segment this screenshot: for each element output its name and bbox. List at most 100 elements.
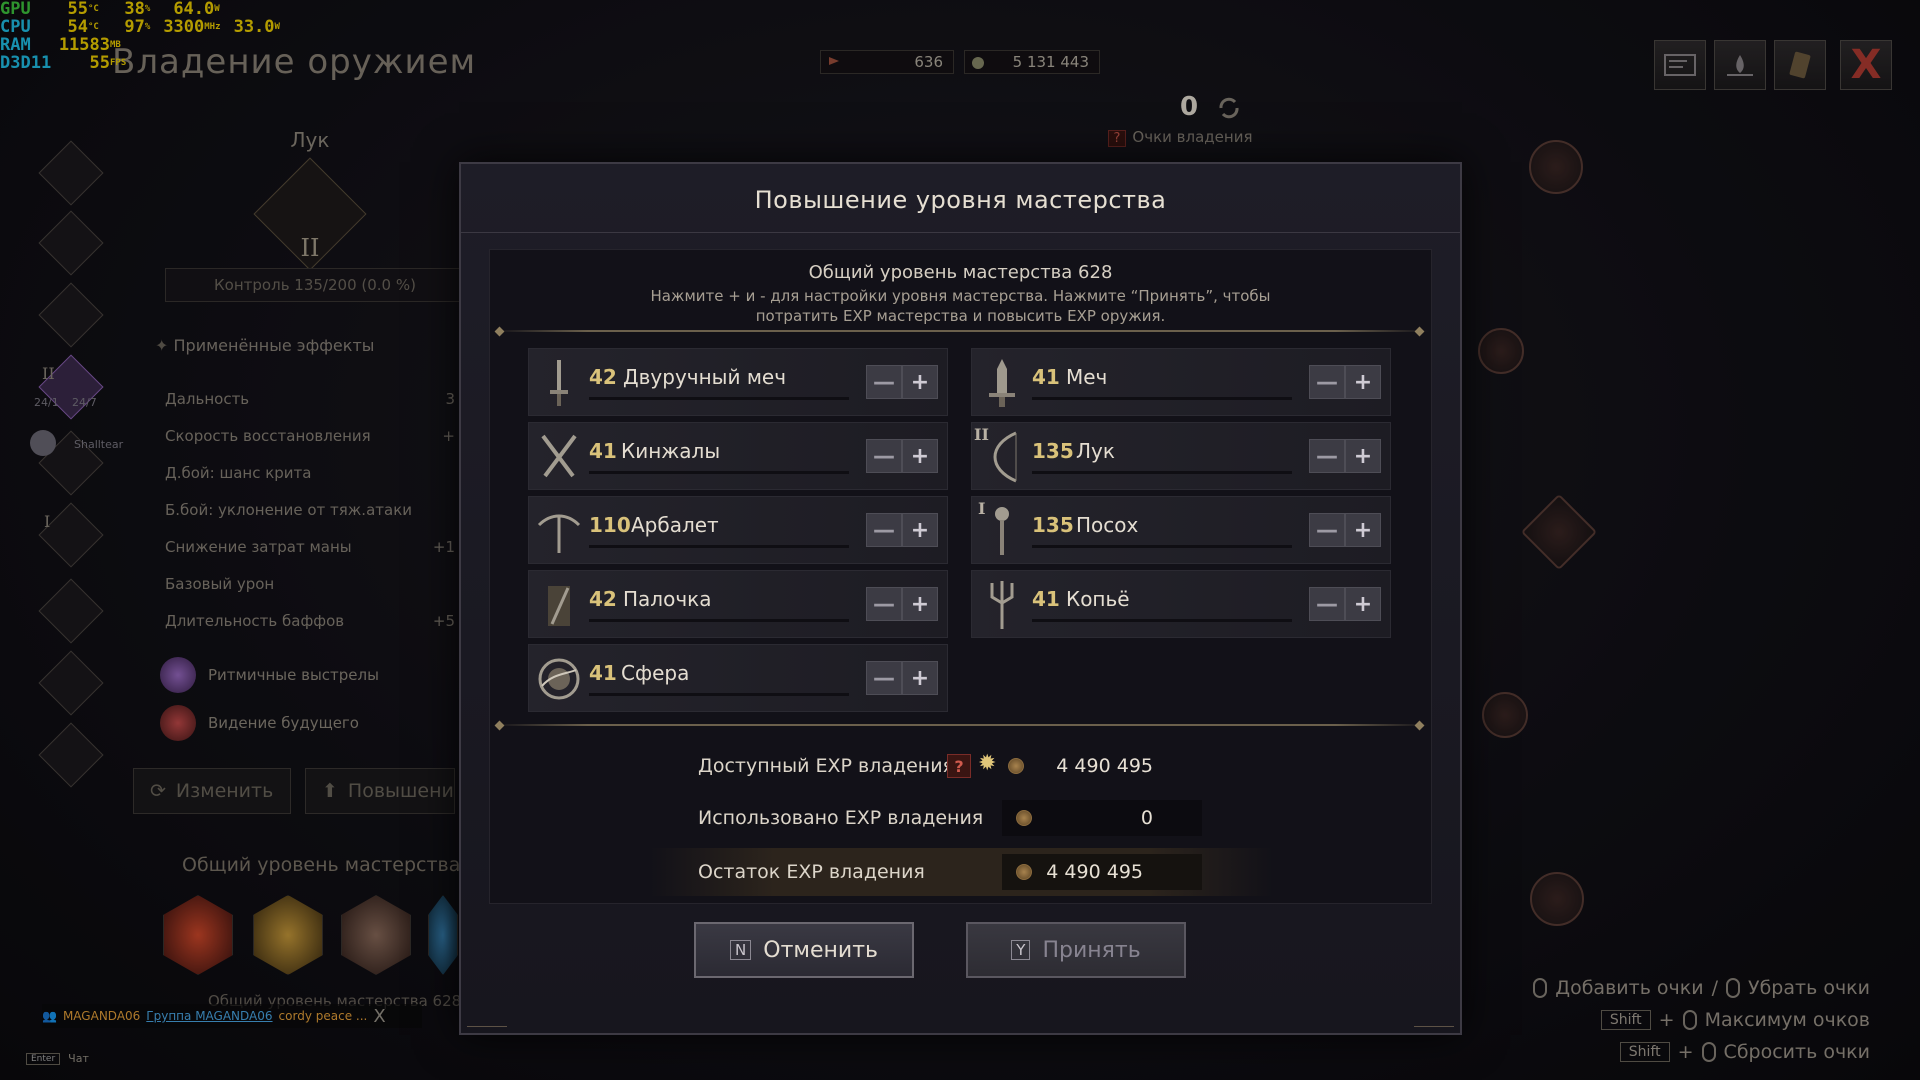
lotus-icon <box>1727 55 1753 76</box>
book-button[interactable] <box>1774 40 1826 90</box>
group-link[interactable]: Группа MAGANDA06 <box>146 1009 272 1023</box>
hint-add-remove: Добавить очки / Убрать очки <box>1533 972 1870 1004</box>
chat-label[interactable]: Чат <box>68 1052 89 1065</box>
mastery-coin-icon <box>1016 864 1032 880</box>
increase-button[interactable]: + <box>1345 513 1381 547</box>
tree-node[interactable] <box>1529 140 1583 194</box>
weapon-level: 41 <box>1032 587 1060 611</box>
weapon-name: Посох <box>1076 513 1139 537</box>
guide-button[interactable] <box>1654 40 1706 90</box>
increase-button[interactable]: + <box>902 365 938 399</box>
mastery-skill-tile[interactable] <box>253 895 323 975</box>
effect-value: + <box>442 427 455 445</box>
mastery-skill-tile[interactable] <box>428 895 458 975</box>
greatsword-icon <box>535 355 583 411</box>
mastery-skill-tile[interactable] <box>163 895 233 975</box>
rail-wand[interactable] <box>38 578 104 644</box>
hint-reset: Shift + Сбросить очки <box>1533 1036 1870 1068</box>
mastery-coin-icon <box>1016 810 1032 826</box>
rail-daggers[interactable] <box>38 282 104 348</box>
effects-icon: ✦ <box>155 336 174 355</box>
weapon-name: Кинжалы <box>621 439 721 463</box>
instruction-line: Нажмите + и - для настройки уровня масте… <box>650 287 1271 305</box>
hint-max-label: Максимум очков <box>1704 1009 1870 1031</box>
change-button[interactable]: ⟳ Изменить <box>133 768 291 814</box>
tree-node[interactable] <box>1478 328 1524 374</box>
weapon-progress-bar <box>589 471 849 474</box>
upgrade-button-label: Повышение <box>347 780 455 802</box>
points-label: ? Очки владения <box>1065 128 1295 147</box>
increase-button[interactable]: + <box>1345 365 1381 399</box>
points-help-icon[interactable]: ? <box>1107 130 1127 147</box>
weapon-progress-bar <box>1032 545 1292 548</box>
corner-ornament <box>467 1001 507 1027</box>
weapon-card-crossbow: 110 Арбалет — + <box>528 496 948 564</box>
refresh-icon[interactable] <box>1215 96 1243 120</box>
decrease-button[interactable]: — <box>866 587 902 621</box>
increase-button[interactable]: + <box>902 661 938 695</box>
decrease-button[interactable]: — <box>1309 365 1345 399</box>
tree-node[interactable] <box>1530 872 1584 926</box>
divider-ornament <box>1414 326 1425 337</box>
exp-remaining-row: Остаток EXP владения 4 490 495 <box>650 848 1273 896</box>
decrease-button[interactable]: — <box>1309 439 1345 473</box>
effect-name: Длительность баффов <box>165 612 345 630</box>
decrease-button[interactable]: — <box>866 513 902 547</box>
upgrade-button[interactable]: ⬆ Повышение <box>305 768 455 814</box>
effect-row: Снижение затрат маны +1 <box>165 538 455 556</box>
cancel-button[interactable]: N Отменить <box>694 922 914 978</box>
weapon-progress-bar <box>589 397 849 400</box>
weapon-rail: II I <box>36 120 106 820</box>
perf-cpu-label: CPU <box>0 17 31 37</box>
decrease-button[interactable]: — <box>1309 513 1345 547</box>
decrease-button[interactable]: — <box>866 661 902 695</box>
rail-orb[interactable] <box>38 722 104 788</box>
perf-gpu-power: 64.0 <box>173 0 215 19</box>
rail-greatsword[interactable] <box>38 140 104 206</box>
tree-node[interactable] <box>1520 493 1598 571</box>
party-member-name: Shalltear <box>74 438 124 451</box>
perf-unit: MHz <box>204 22 221 32</box>
tree-node[interactable] <box>1482 692 1528 738</box>
cancel-label: Отменить <box>763 937 878 963</box>
rail-sword[interactable] <box>38 210 104 276</box>
help-icon[interactable]: ? <box>947 754 971 778</box>
close-button[interactable]: X <box>1840 40 1892 90</box>
increase-button[interactable]: + <box>902 587 938 621</box>
hint-add-label: Добавить очки <box>1555 977 1704 999</box>
group-close-icon[interactable]: X <box>373 1006 385 1027</box>
weapon-card-wand: 42 Палочка — + <box>528 570 948 638</box>
flag-currency-icon <box>829 57 839 65</box>
increase-button[interactable]: + <box>902 439 938 473</box>
increase-button[interactable]: + <box>902 513 938 547</box>
daggers-icon <box>535 429 583 485</box>
decrease-button[interactable]: — <box>866 365 902 399</box>
hint-max: Shift + Максимум очков <box>1533 1004 1870 1036</box>
increase-button[interactable]: + <box>1345 587 1381 621</box>
lotus-button[interactable] <box>1714 40 1766 90</box>
skill-row[interactable]: Ритмичные выстрелы <box>160 655 460 695</box>
weapon-card-orb: 41 Сфера — + <box>528 644 948 712</box>
effect-row: Дальность 3 <box>165 390 455 408</box>
weapon-name: Палочка <box>623 587 712 611</box>
increase-button[interactable]: + <box>1345 439 1381 473</box>
weapon-card-daggers: 41 Кинжалы — + <box>528 422 948 490</box>
enter-key: Enter <box>26 1052 61 1065</box>
exp-used-row: Использовано EXP владения 0 <box>650 794 1273 842</box>
divider-ornament <box>1414 720 1425 731</box>
weapon-level: 135 <box>1032 513 1074 537</box>
perf-fps-value: 55 <box>89 53 110 73</box>
decrease-button[interactable]: — <box>1309 587 1345 621</box>
title-divider <box>461 232 1460 233</box>
selected-weapon-name: Лук <box>290 128 330 152</box>
refresh-small-icon: ⟳ <box>150 780 166 802</box>
skill-row[interactable]: Видение будущего <box>160 703 460 743</box>
accept-button[interactable]: Y Принять <box>966 922 1186 978</box>
effect-row: Д.бой: шанс крита <box>165 464 455 482</box>
mastery-skill-tile[interactable] <box>341 895 411 975</box>
effect-name: Дальность <box>165 390 250 408</box>
perf-unit: % <box>144 22 151 32</box>
decrease-button[interactable]: — <box>866 439 902 473</box>
perf-gpu-label: GPU <box>0 0 31 19</box>
rail-spear[interactable] <box>38 650 104 716</box>
